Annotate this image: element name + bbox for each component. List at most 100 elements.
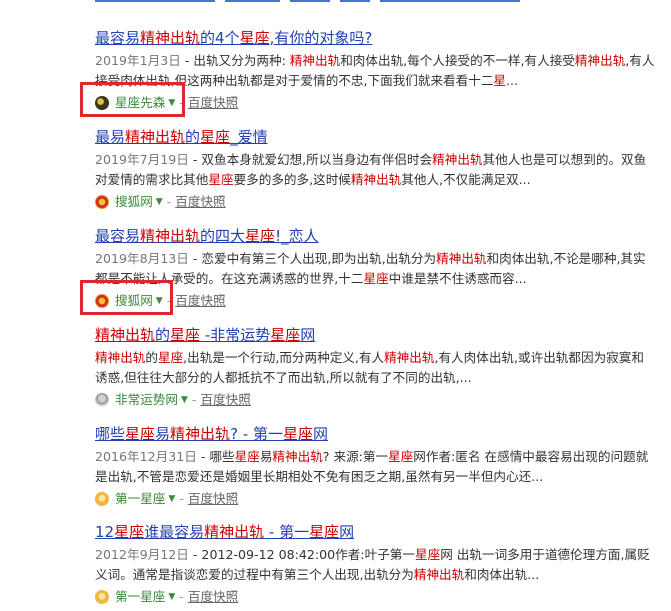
- text-fragment: 网: [300, 326, 316, 344]
- keyword-highlight: 精神出轨: [436, 251, 487, 266]
- result-date: 2019年8月13日: [95, 251, 189, 266]
- text-fragment: 易: [259, 449, 273, 464]
- text-fragment: ? 来源:第一: [322, 449, 389, 464]
- caret-down-icon[interactable]: ▼: [156, 192, 163, 212]
- snapshot-link[interactable]: 百度快照: [188, 489, 238, 509]
- text-fragment: - 出轨又分为两种:: [180, 53, 290, 68]
- result-title-link[interactable]: 最容易精神出轨的四大星座!_恋人: [95, 226, 655, 246]
- text-fragment: 中谁是禁不住诱惑而容...: [388, 271, 527, 286]
- keyword-highlight: 星座: [270, 326, 301, 344]
- keyword-highlight: 星座: [388, 449, 414, 464]
- text-fragment: 其他人,不仅能满足双...: [401, 172, 531, 187]
- first-star-icon: [95, 492, 109, 506]
- keyword-highlight: 精神出轨: [204, 523, 265, 541]
- separator: -: [166, 194, 172, 209]
- result-source: 第一星座 ▼ - 百度快照: [95, 489, 655, 509]
- result-title-link[interactable]: 最易精神出轨的星座_爱情: [95, 127, 655, 147]
- first-star-icon: [95, 590, 109, 604]
- text-fragment: -非常运势: [200, 326, 271, 344]
- result-date: 2019年7月19日: [95, 152, 189, 167]
- result-source: 搜狐网 ▼ - 百度快照: [95, 291, 655, 311]
- source-name[interactable]: 第一星座: [115, 489, 165, 509]
- text-fragment: 最容易: [95, 227, 141, 245]
- annotation-box-sohu: [80, 280, 173, 315]
- result-title-link[interactable]: 12星座谁最容易精神出轨 - 第一星座网: [95, 522, 655, 542]
- result-abstract: 2012年9月12日 - 2012-09-12 08:42:00作者:叶子第一星…: [95, 545, 655, 585]
- keyword-highlight: 精神出轨: [432, 152, 483, 167]
- text-fragment: ? - 第一: [230, 425, 283, 443]
- caret-down-icon[interactable]: ▼: [168, 489, 175, 509]
- keyword-highlight: 精神出轨: [574, 53, 626, 68]
- text-fragment: - 哪些: [196, 449, 235, 464]
- keyword-highlight: 星座: [125, 425, 156, 443]
- keyword-highlight: 精神出轨: [289, 53, 341, 68]
- caret-down-icon[interactable]: ▼: [181, 390, 188, 410]
- search-result: 最易精神出轨的星座_爱情 2019年7月19日 - 双鱼本身就爱幻想,所以当身边…: [95, 127, 655, 212]
- result-date: 2016年12月31日: [95, 449, 197, 464]
- keyword-highlight: 精神出轨: [272, 449, 323, 464]
- separator: -: [191, 392, 197, 407]
- sohu-icon: [95, 195, 109, 209]
- keyword-highlight: 星: [493, 73, 507, 88]
- fate-icon: [95, 393, 109, 407]
- snapshot-link[interactable]: 百度快照: [188, 93, 238, 113]
- keyword-highlight: 星座: [282, 425, 313, 443]
- search-result: 最容易精神出轨的四大星座!_恋人 2019年8月13日 - 恋爱中有第三个人出现…: [95, 226, 655, 311]
- snapshot-link[interactable]: 百度快照: [175, 192, 225, 212]
- keyword-highlight: 星座: [239, 29, 270, 47]
- text-fragment: 的: [145, 350, 158, 365]
- keyword-highlight: 星座: [200, 128, 231, 146]
- result-title-link[interactable]: 哪些星座易精神出轨? - 第一星座网: [95, 424, 655, 444]
- result-date: 2012年9月12日: [95, 547, 189, 562]
- snapshot-link[interactable]: 百度快照: [188, 587, 238, 607]
- text-fragment: 12: [95, 523, 115, 541]
- text-fragment: 谁最容易: [144, 523, 205, 541]
- result-date: 2019年1月3日: [95, 53, 181, 68]
- text-fragment: 的: [185, 128, 201, 146]
- result-abstract: 2019年7月19日 - 双鱼本身就爱幻想,所以当身边有伴侣时会精神出轨其他人也…: [95, 150, 655, 190]
- source-name[interactable]: 第一星座: [115, 587, 165, 607]
- result-title-link[interactable]: 精神出轨的星座 -非常运势星座网: [95, 325, 655, 345]
- keyword-highlight: 精神出轨: [350, 172, 402, 187]
- keyword-highlight: 星座: [245, 227, 276, 245]
- text-fragment: - 第一: [264, 523, 310, 541]
- keyword-highlight: 精神出轨: [170, 425, 231, 443]
- keyword-highlight: 星座: [170, 326, 201, 344]
- text-fragment: 要多的多的多,这时候: [233, 172, 351, 187]
- text-fragment: - 恋爱中有第三个人出现,即为出轨,出轨分为: [188, 251, 437, 266]
- text-fragment: 网: [313, 425, 329, 443]
- snapshot-link[interactable]: 百度快照: [200, 390, 250, 410]
- result-abstract: 2016年12月31日 - 哪些星座易精神出轨? 来源:第一星座网作者:匿名 在…: [95, 447, 655, 487]
- text-fragment: - 双鱼本身就爱幻想,所以当身边有伴侣时会: [188, 152, 433, 167]
- keyword-highlight: 星座: [114, 523, 145, 541]
- text-fragment: 最易: [95, 128, 126, 146]
- caret-down-icon[interactable]: ▼: [168, 587, 175, 607]
- keyword-highlight: 星座: [309, 523, 340, 541]
- keyword-highlight: 精神出轨: [413, 567, 465, 582]
- result-source: 搜狐网 ▼ - 百度快照: [95, 192, 655, 212]
- source-name[interactable]: 搜狐网: [115, 192, 153, 212]
- keyword-highlight: 精神出轨: [384, 350, 435, 365]
- text-fragment: 网: [339, 523, 355, 541]
- keyword-highlight: 精神出轨: [95, 350, 146, 365]
- keyword-highlight: 精神出轨: [140, 29, 201, 47]
- keyword-highlight: 精神出轨: [140, 227, 201, 245]
- result-title-link[interactable]: 最容易精神出轨的4个星座,有你的对象吗?: [95, 28, 655, 48]
- source-name[interactable]: 非常运势网: [115, 390, 178, 410]
- search-result: 哪些星座易精神出轨? - 第一星座网 2016年12月31日 - 哪些星座易精神…: [95, 424, 655, 509]
- text-fragment: 最容易: [95, 29, 141, 47]
- text-fragment: 的4个: [200, 29, 240, 47]
- keyword-highlight: 星座: [157, 350, 184, 365]
- keyword-highlight: 星座: [234, 449, 260, 464]
- text-fragment: ,有你的对象吗?: [269, 29, 373, 47]
- keyword-highlight: 精神出轨: [125, 128, 186, 146]
- text-fragment: !_恋人: [275, 227, 319, 245]
- text-fragment: _爱情: [230, 128, 268, 146]
- result-abstract: 2019年8月13日 - 恋爱中有第三个人出现,即为出轨,出轨分为精神出轨和肉体…: [95, 249, 655, 289]
- result-abstract: 精神出轨的星座,出轨是一个行动,而分两种定义,有人精神出轨,有人肉体出轨,或许出…: [95, 348, 655, 388]
- result-source: 第一星座 ▼ - 百度快照: [95, 587, 655, 607]
- separator: -: [179, 491, 184, 506]
- snapshot-link[interactable]: 百度快照: [175, 291, 225, 311]
- result-source: 非常运势网 ▼ - 百度快照: [95, 390, 655, 410]
- text-fragment: - 2012-09-12 08:42:00作者:叶子第一: [188, 547, 415, 562]
